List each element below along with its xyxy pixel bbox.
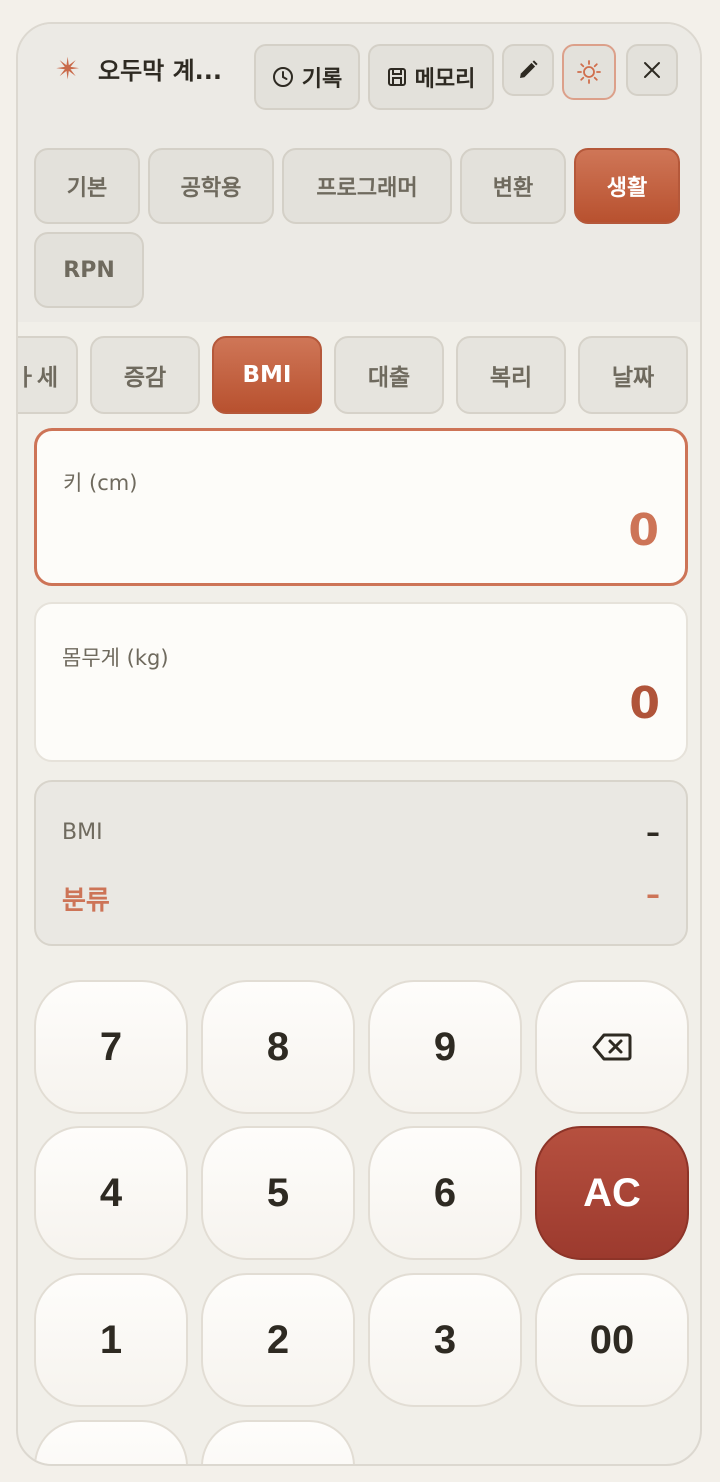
result-card: BMI – 분류 – — [34, 780, 688, 946]
subtab-discount-tax[interactable]: ㅏ세 — [18, 336, 78, 414]
calculator-window: ✴ 오두막 계... 기록 메모리 기본 공학용 프로그래머 변환 생활 RPN… — [16, 22, 702, 1466]
key-7[interactable]: 7 — [34, 980, 188, 1114]
memory-label: 메모리 — [414, 67, 476, 92]
history-button[interactable]: 기록 — [254, 44, 360, 110]
subtab-bmi[interactable]: BMI — [212, 336, 322, 414]
key-00[interactable]: 00 — [535, 1273, 689, 1407]
tab-programmer[interactable]: 프로그래머 — [282, 148, 452, 224]
top-bar: ✴ 오두막 계... 기록 메모리 기본 공학용 프로그래머 변환 생활 RPN — [18, 24, 700, 322]
backspace-icon — [592, 1033, 632, 1061]
weight-value: 0 — [629, 678, 660, 729]
tab-scientific[interactable]: 공학용 — [148, 148, 274, 224]
edit-button[interactable] — [502, 44, 554, 96]
subtab-loan[interactable]: 대출 — [334, 336, 444, 414]
key-6[interactable]: 6 — [368, 1126, 522, 1260]
weight-field[interactable]: 몸무게 (kg) 0 — [34, 602, 688, 762]
pencil-icon — [520, 60, 538, 78]
key-partial-middle[interactable] — [201, 1420, 355, 1464]
app-logo-icon: ✴ — [55, 52, 81, 87]
tab-basic[interactable]: 기본 — [34, 148, 140, 224]
key-9[interactable]: 9 — [368, 980, 522, 1114]
key-all-clear[interactable]: AC — [535, 1126, 689, 1260]
key-5[interactable]: 5 — [201, 1126, 355, 1260]
key-4[interactable]: 4 — [34, 1126, 188, 1260]
app-title: 오두막 계... — [98, 57, 223, 85]
save-icon — [387, 68, 406, 86]
subtab-change[interactable]: 증감 — [90, 336, 200, 414]
key-backspace[interactable] — [535, 980, 689, 1114]
tab-rpn[interactable]: RPN — [34, 232, 144, 308]
category-value: – — [646, 878, 660, 911]
history-label: 기록 — [301, 67, 343, 92]
subtab-compound[interactable]: 복리 — [456, 336, 566, 414]
weight-label: 몸무게 (kg) — [62, 646, 169, 670]
close-icon — [644, 62, 660, 78]
height-field[interactable]: 키 (cm) 0 — [34, 428, 688, 586]
category-label: 분류 — [62, 886, 110, 916]
key-1[interactable]: 1 — [34, 1273, 188, 1407]
close-button[interactable] — [626, 44, 678, 96]
subtab-date[interactable]: 날짜 — [578, 336, 688, 414]
key-2[interactable]: 2 — [201, 1273, 355, 1407]
tab-life[interactable]: 생활 — [574, 148, 680, 224]
memory-button[interactable]: 메모리 — [368, 44, 494, 110]
bmi-label: BMI — [62, 820, 103, 845]
key-8[interactable]: 8 — [201, 980, 355, 1114]
bmi-value: – — [646, 816, 660, 849]
tab-convert[interactable]: 변환 — [460, 148, 566, 224]
height-label: 키 (cm) — [63, 471, 138, 495]
theme-toggle-button[interactable] — [562, 44, 616, 100]
sun-icon — [577, 60, 601, 84]
key-partial-left[interactable] — [34, 1420, 188, 1464]
clock-icon — [272, 67, 293, 87]
height-value: 0 — [628, 505, 659, 556]
key-3[interactable]: 3 — [368, 1273, 522, 1407]
